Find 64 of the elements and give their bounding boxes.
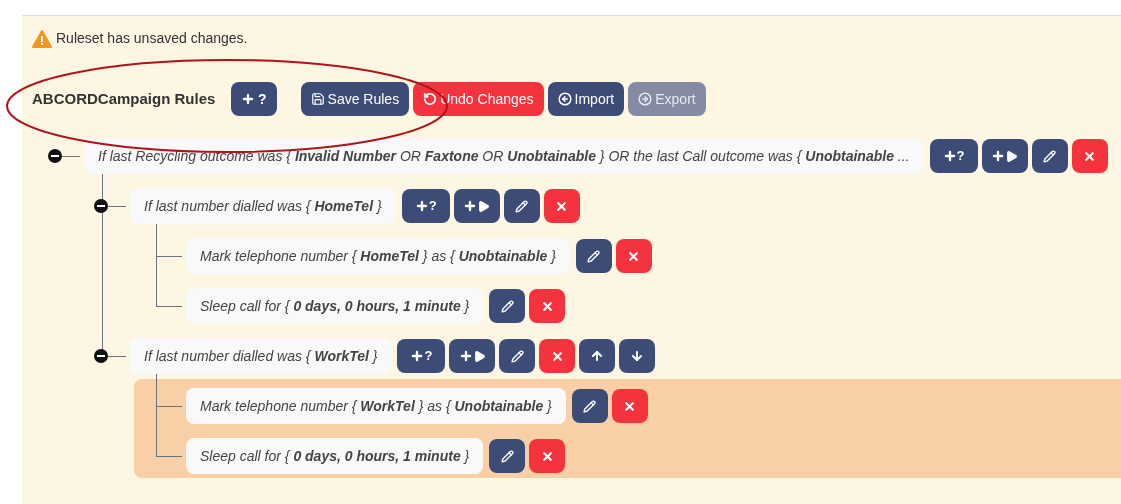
undo-button[interactable]: Undo Changes [413,82,544,116]
save-button[interactable]: Save Rules [300,82,410,116]
import-icon [557,92,572,106]
delete-button[interactable] [529,439,566,473]
close-icon [550,349,564,363]
plus-icon [241,92,255,106]
edit-icon [510,349,524,363]
add-play-icon [991,149,1018,163]
action-text: Sleep call for { 0 days, 0 hours, 1 minute } [186,438,484,474]
move-up-button[interactable] [579,339,616,373]
action-text: Mark telephone number { WorkTel } as { Unobtainable } [186,388,566,424]
edit-icon [500,449,514,463]
edit-button[interactable] [1031,139,1068,173]
edit-icon [583,399,597,413]
action-text: Sleep call for { 0 days, 0 hours, 1 minute } [186,288,484,324]
delete-button[interactable] [1071,139,1108,173]
delete-button[interactable] [529,289,566,323]
edit-button[interactable] [489,439,526,473]
edit-button[interactable] [499,339,536,373]
close-icon [540,299,554,313]
warning-icon [32,29,52,48]
edit-icon [515,199,529,213]
import-button[interactable]: Import [547,82,625,116]
plus-icon [414,199,429,213]
close-icon [555,199,569,213]
condition-text: If last number dialled was { WorkTel } [130,338,392,374]
delete-button[interactable] [543,189,580,223]
collapse-icon[interactable] [48,149,62,163]
edit-button[interactable] [575,239,612,273]
plus-icon [410,349,425,363]
add-action-button[interactable] [453,189,500,223]
undo-icon [423,92,438,106]
add-play-icon [463,199,491,213]
condition-text: If last number dialled was { HomeTel } [130,188,396,224]
edit-button[interactable] [489,289,526,323]
export-icon [638,92,653,106]
edit-icon [500,299,514,313]
add-condition-button[interactable]: ? [929,139,978,173]
collapse-icon[interactable] [94,199,108,213]
delete-button[interactable] [611,389,648,423]
add-condition-button[interactable]: ? [397,339,446,373]
collapse-icon[interactable] [94,349,108,363]
move-down-button[interactable] [619,339,656,373]
unsaved-warning-text: Ruleset has unsaved changes. [56,29,248,48]
edit-button[interactable] [571,389,608,423]
delete-button[interactable] [539,339,576,373]
edit-icon [1043,149,1056,163]
edit-icon [587,249,601,263]
add-action-button[interactable] [981,139,1028,173]
arrow-down-icon [630,349,645,363]
add-condition-button[interactable]: ? [401,189,450,223]
close-icon [623,399,637,413]
close-icon [627,249,641,263]
save-icon [310,92,325,106]
close-icon [1083,149,1096,163]
ruleset-title: ABCORDCampaign Rules [32,88,217,109]
plus-icon [942,149,957,163]
add-condition-button[interactable]: ? [231,82,277,116]
close-icon [540,449,554,463]
add-action-button[interactable] [449,339,496,373]
add-play-icon [458,349,486,363]
action-text: Mark telephone number { HomeTel } as { Unobtainable } [186,238,570,274]
edit-button[interactable] [503,189,540,223]
delete-button[interactable] [615,239,652,273]
